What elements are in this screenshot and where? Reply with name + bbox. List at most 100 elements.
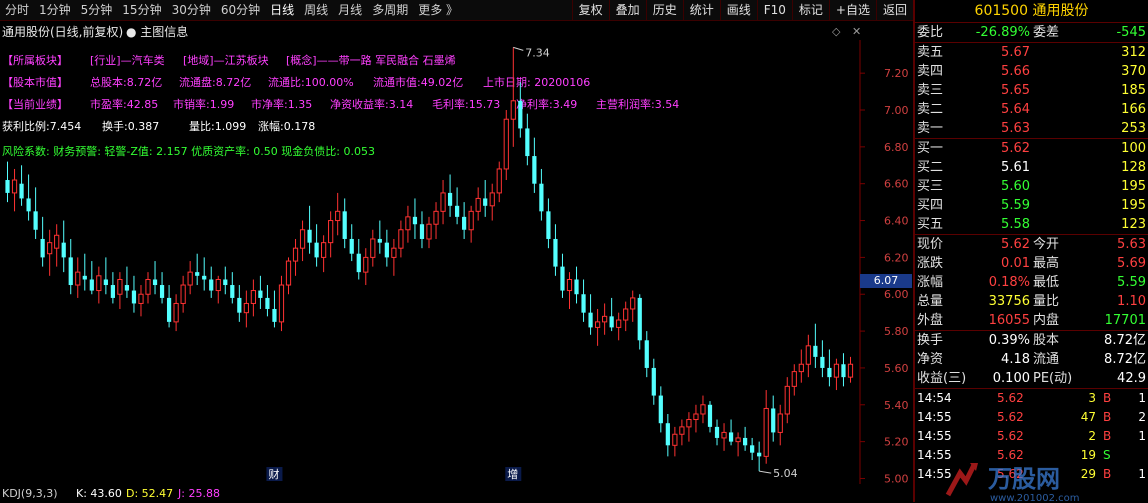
candle — [356, 238, 361, 280]
quote-label: 今开 — [1033, 237, 1060, 252]
period-tab-6[interactable]: 日线 — [265, 0, 299, 20]
period-tab-2[interactable]: 5分钟 — [76, 0, 118, 20]
candle — [342, 198, 347, 249]
tick-side: B — [1103, 391, 1112, 405]
quote-label: 涨跌 — [917, 256, 944, 271]
quote-value: 5.62 — [1001, 237, 1030, 252]
candle — [777, 404, 783, 446]
candle — [335, 192, 341, 236]
main-indicator-label[interactable]: ● 主图信息 — [126, 23, 188, 40]
period-tab-4[interactable]: 30分钟 — [167, 0, 216, 20]
y-tick-label: 6.40 — [884, 215, 909, 228]
period-tab-8[interactable]: 月线 — [333, 0, 367, 20]
candle — [440, 180, 446, 225]
candle — [560, 253, 565, 298]
y-tick-label: 5.60 — [884, 362, 909, 375]
y-tick-label: 6.00 — [884, 288, 909, 301]
toolbar-button-5[interactable]: F10 — [756, 0, 792, 20]
toolbar-button-8[interactable]: 返回 — [875, 0, 913, 20]
quote-value: 0.18% — [988, 275, 1030, 290]
tick-count: 1 — [1138, 429, 1146, 443]
chart-title: 通用股份(日线,前复权) — [2, 25, 124, 39]
low-pointer — [759, 470, 772, 474]
candle — [419, 211, 425, 249]
period-tab-1[interactable]: 1分钟 — [34, 0, 76, 20]
y-tick-label: 6.80 — [884, 141, 909, 154]
svg-text:财: 财 — [268, 467, 279, 481]
toolbar-button-7[interactable]: +自选 — [828, 0, 876, 20]
candle — [623, 301, 629, 332]
tick-volume: 47 — [1080, 410, 1096, 424]
candle — [202, 257, 207, 291]
quote-row: 涨幅 0.18% 最低 5.59 — [915, 273, 1148, 292]
toolbar-button-0[interactable]: 复权 — [571, 0, 609, 20]
candle — [349, 224, 354, 262]
buy-price: 5.59 — [1001, 198, 1030, 213]
buy-level-label: 买五 — [917, 217, 944, 232]
stats-value: 42.9 — [1117, 371, 1146, 386]
candlestick-chart[interactable]: 7.20 7.00 6.80 6.60 6.40 6.20 6.00 5.80 5.60 5.40… — [0, 40, 913, 484]
candle — [377, 220, 382, 254]
period-tab-10[interactable]: 更多 》 — [413, 0, 463, 20]
toolbar-buttons: 复权 叠加 历史 统计 画线 F10 标记 +自选 返回 — [571, 0, 913, 20]
period-tab-3[interactable]: 15分钟 — [117, 0, 166, 20]
candle — [525, 113, 530, 166]
candle — [820, 340, 825, 378]
candle — [180, 275, 186, 313]
current-price-marker: 6.07 — [860, 274, 912, 289]
equity-stats: 换手 0.39% 股本 8.72亿 净资 4.18 流通 8.72亿 收益(三) 0.100 PE(… — [915, 331, 1148, 389]
candle — [847, 356, 854, 383]
buy-volume: 128 — [1121, 160, 1146, 175]
settings-diamond-icon[interactable]: ◇ — [832, 25, 840, 38]
kdj-label[interactable]: KDJ(9,3,3) — [2, 487, 58, 500]
candle — [489, 183, 495, 221]
candle — [447, 174, 453, 217]
candle — [468, 205, 474, 243]
order-diff-value: -545 — [1116, 25, 1146, 40]
candle — [117, 272, 123, 309]
stats-row: 换手 0.39% 股本 8.72亿 — [915, 331, 1148, 350]
stats-value: 8.72亿 — [1104, 352, 1146, 367]
candle — [103, 257, 108, 295]
sell-price: 5.66 — [1001, 64, 1030, 79]
candle — [644, 331, 649, 378]
candle — [237, 285, 242, 322]
y-tick-label: 6.60 — [884, 178, 909, 191]
candle — [798, 349, 804, 383]
toolbar-button-1[interactable]: 叠加 — [608, 0, 646, 20]
buy-price: 5.61 — [1001, 160, 1030, 175]
quote-value: 1.10 — [1117, 294, 1146, 309]
tick-row: 14:54 5.62 3 B 1 — [915, 389, 1148, 408]
toolbar-button-2[interactable]: 历史 — [645, 0, 683, 20]
candle — [328, 211, 334, 258]
close-icon[interactable]: ✕ — [852, 25, 861, 38]
sell-volume: 166 — [1121, 102, 1146, 117]
toolbar-button-6[interactable]: 标记 — [791, 0, 829, 20]
order-ratio-label: 委比 — [917, 25, 944, 40]
period-tab-9[interactable]: 多周期 — [367, 0, 413, 20]
sell-orders: 卖五 5.67 312 卖四 5.66 370 卖三 5.65 185 卖二 5.64 166 卖一 5.… — [915, 43, 1148, 139]
candle — [398, 220, 404, 258]
watermark-text: 万股网 — [988, 465, 1060, 493]
candle — [665, 413, 670, 457]
period-tab-7[interactable]: 周线 — [299, 0, 333, 20]
candle — [299, 220, 306, 262]
toolbar-button-4[interactable]: 画线 — [719, 0, 757, 20]
buy-price: 5.58 — [1001, 217, 1030, 232]
stats-value: 0.100 — [992, 371, 1030, 386]
candle — [278, 275, 285, 332]
candle — [159, 272, 165, 304]
candle — [89, 261, 94, 295]
candle — [735, 432, 741, 457]
sell-row: 卖三 5.65 185 — [915, 81, 1148, 100]
candle — [173, 294, 179, 332]
period-tab-0[interactable]: 分时 — [0, 0, 34, 20]
sell-row: 卖五 5.67 312 — [915, 43, 1148, 62]
period-tab-5[interactable]: 60分钟 — [216, 0, 265, 20]
tick-volume: 3 — [1088, 391, 1096, 405]
candle — [510, 47, 516, 147]
toolbar-button-3[interactable]: 统计 — [682, 0, 720, 20]
tick-count: 2 — [1138, 410, 1146, 424]
candle — [637, 294, 642, 350]
candle — [791, 364, 797, 396]
